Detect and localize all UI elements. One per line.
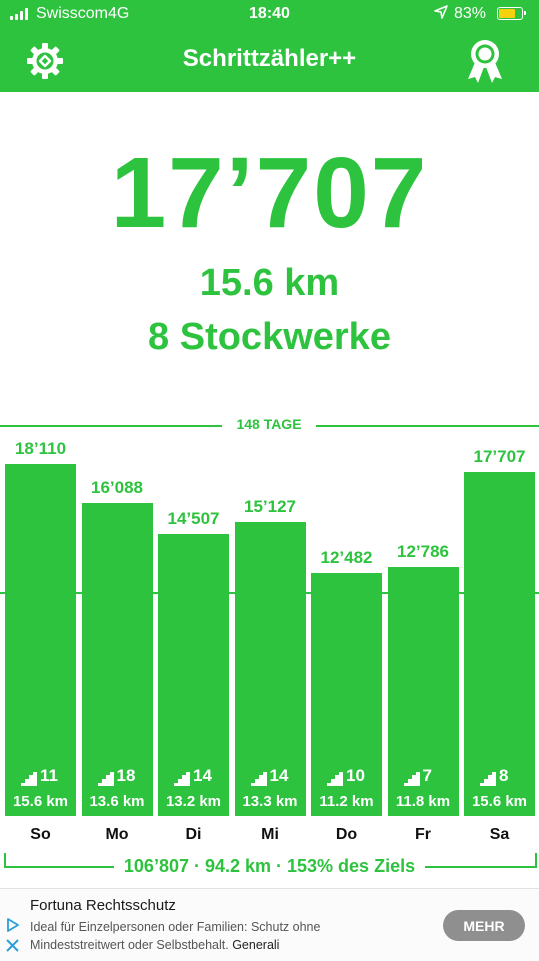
stairs-icon <box>174 772 190 786</box>
floors-value: 11 <box>40 766 58 786</box>
battery-icon <box>497 7 523 20</box>
day-label-mo: Mo <box>81 826 153 844</box>
day-label-fr: Fr <box>387 826 459 844</box>
days-label-line-right <box>316 425 539 427</box>
day-label-so: So <box>5 826 77 844</box>
bar-value-label: 15’127 <box>225 497 315 517</box>
today-step-count: 17’707 <box>0 138 539 248</box>
stairs-icon <box>98 772 114 786</box>
bar-value-label: 17’707 <box>455 447 539 467</box>
bar-distance: 11.2 km <box>311 793 383 810</box>
stairs-icon <box>327 772 343 786</box>
ad-choices-icon[interactable] <box>6 918 20 932</box>
bar-distance: 13.6 km <box>81 793 153 810</box>
days-tracked-label: 148 TAGE <box>224 416 314 432</box>
ad-more-button[interactable]: MEHR <box>443 910 525 941</box>
floors-value: 18 <box>117 766 136 786</box>
app-header: Schrittzähler++ <box>0 30 539 92</box>
ad-banner[interactable]: Fortuna Rechtsschutz Ideal für Einzelper… <box>0 888 539 961</box>
day-label-di: Di <box>158 826 230 844</box>
ad-title: Fortuna Rechtsschutz <box>30 897 176 914</box>
bar-distance: 13.2 km <box>158 793 230 810</box>
floors-value: 8 <box>499 766 508 786</box>
bar-value-label: 12’786 <box>378 542 468 562</box>
ad-brand: Generali <box>232 938 279 952</box>
day-label-mi: Mi <box>234 826 306 844</box>
bar-floors-count: 7 <box>404 766 432 786</box>
weekly-summary: 106’807 · 94.2 km · 153% des Ziels <box>0 856 539 877</box>
floors-value: 14 <box>193 766 212 786</box>
battery-percent: 83% <box>454 5 486 23</box>
bar-so[interactable] <box>5 464 76 816</box>
days-label-line-left <box>0 425 222 427</box>
stairs-icon <box>404 772 420 786</box>
bar-distance: 13.3 km <box>234 793 306 810</box>
stairs-icon <box>251 772 267 786</box>
bar-floors-count: 8 <box>480 766 508 786</box>
bar-value-label: 16’088 <box>72 478 162 498</box>
bar-distance: 15.6 km <box>5 793 77 810</box>
bar-distance: 11.8 km <box>387 793 459 810</box>
bar-floors-count: 14 <box>251 766 289 786</box>
floors-value: 7 <box>423 766 432 786</box>
day-label-do: Do <box>311 826 383 844</box>
app-title: Schrittzähler++ <box>0 45 539 73</box>
bar-value-label: 18’110 <box>0 439 86 459</box>
bar-floors-count: 11 <box>21 766 58 786</box>
stairs-icon <box>480 772 496 786</box>
bar-floors-count: 10 <box>327 766 365 786</box>
stairs-icon <box>21 772 37 786</box>
floors-value: 14 <box>270 766 289 786</box>
ad-close-icon[interactable] <box>6 939 19 952</box>
ad-text: Ideal für Einzelpersonen oder Familien: … <box>30 918 390 954</box>
day-label-sa: Sa <box>464 826 536 844</box>
floors-value: 10 <box>346 766 365 786</box>
today-distance: 15.6 km <box>0 262 539 305</box>
bar-floors-count: 14 <box>174 766 212 786</box>
bar-distance: 15.6 km <box>464 793 536 810</box>
award-ribbon-icon[interactable] <box>460 36 510 86</box>
status-bar: Swisscom 4G 18:40 83% <box>0 0 539 30</box>
location-arrow-icon <box>434 5 448 22</box>
bar-floors-count: 18 <box>98 766 136 786</box>
bar-sa[interactable] <box>464 472 535 816</box>
today-floors: 8 Stockwerke <box>0 316 539 359</box>
